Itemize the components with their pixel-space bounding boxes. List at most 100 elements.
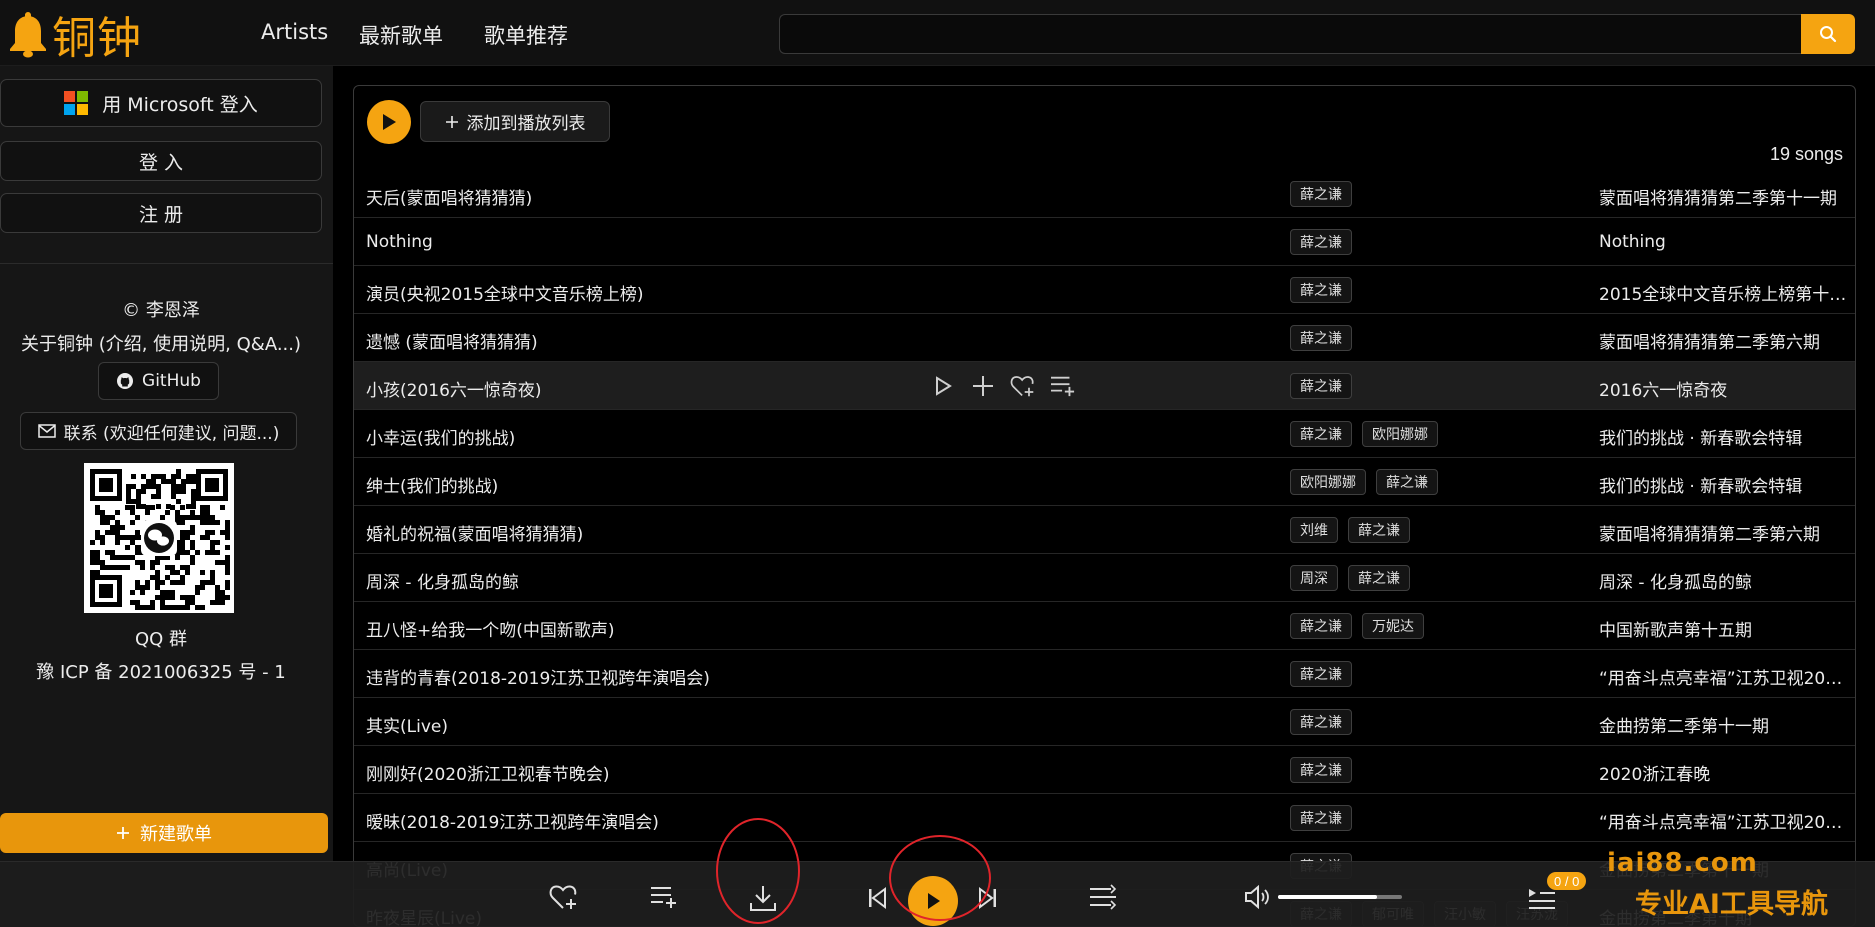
- song-title[interactable]: 违背的青春(2018-2019江苏卫视跨年演唱会): [366, 664, 710, 689]
- song-title[interactable]: 小幸运(我们的挑战): [366, 424, 515, 449]
- artist-tag[interactable]: 周深: [1290, 565, 1338, 591]
- artist-tag[interactable]: 薛之谦: [1348, 517, 1410, 543]
- github-button[interactable]: GitHub: [98, 362, 219, 400]
- previous-button[interactable]: [864, 883, 890, 913]
- nav-latest-playlists[interactable]: 最新歌单: [359, 20, 443, 50]
- song-title[interactable]: 天后(蒙面唱将猜猜猜): [366, 184, 532, 209]
- song-row[interactable]: 丑八怪+给我一个吻(中国新歌声) 薛之谦 万妮达 中国新歌声第十五期: [354, 602, 1855, 650]
- song-title[interactable]: 暧昧(2018-2019江苏卫视跨年演唱会): [366, 808, 659, 833]
- playlist-add-icon[interactable]: [1049, 372, 1077, 400]
- play-icon[interactable]: [929, 372, 957, 400]
- favorite-button[interactable]: [548, 881, 580, 913]
- login-button[interactable]: 登 入: [0, 141, 322, 181]
- artist-tag[interactable]: 薛之谦: [1290, 805, 1352, 831]
- song-row[interactable]: 违背的青春(2018-2019江苏卫视跨年演唱会) 薛之谦 “用奋斗点亮幸福”江苏卫…: [354, 650, 1855, 698]
- artist-tag[interactable]: 薛之谦: [1290, 661, 1352, 687]
- song-row[interactable]: 小幸运(我们的挑战) 薛之谦 欧阳娜娜 我们的挑战 · 新春歌会特辑: [354, 410, 1855, 458]
- heart-plus-icon: [549, 883, 579, 911]
- album-name[interactable]: 周深 - 化身孤岛的鲸: [1599, 568, 1849, 593]
- album-name[interactable]: 蒙面唱将猜猜猜第二季第六期: [1599, 328, 1849, 353]
- song-row[interactable]: Nothing 薛之谦 Nothing: [354, 218, 1855, 266]
- search-input[interactable]: [779, 14, 1801, 54]
- new-playlist-button[interactable]: 新建歌单: [0, 813, 328, 853]
- song-title[interactable]: 绅士(我们的挑战): [366, 472, 498, 497]
- artist-tags: 薛之谦: [1290, 325, 1352, 351]
- song-title[interactable]: 周深 - 化身孤岛的鲸: [366, 568, 519, 593]
- song-row[interactable]: 周深 - 化身孤岛的鲸 周深 薛之谦 周深 - 化身孤岛的鲸: [354, 554, 1855, 602]
- play-pause-button[interactable]: [908, 876, 958, 926]
- artist-tag[interactable]: 薛之谦: [1348, 565, 1410, 591]
- microsoft-login-label: 用 Microsoft 登入: [102, 93, 258, 116]
- song-title[interactable]: Nothing: [366, 232, 433, 252]
- song-title[interactable]: 遗憾 (蒙面唱将猜猜猜): [366, 328, 538, 353]
- artist-tag[interactable]: 薛之谦: [1290, 613, 1352, 639]
- song-row[interactable]: 小孩(2016六一惊奇夜) 薛之谦 2016六一惊奇夜: [354, 362, 1855, 410]
- album-name[interactable]: 2016六一惊奇夜: [1599, 376, 1849, 401]
- microsoft-login-button[interactable]: 用 Microsoft 登入: [0, 79, 322, 127]
- brand-logo[interactable]: 铜钟: [8, 6, 142, 64]
- song-title[interactable]: 丑八怪+给我一个吻(中国新歌声): [366, 616, 615, 641]
- song-title[interactable]: 其实(Live): [366, 712, 448, 737]
- play-all-button[interactable]: [367, 100, 411, 144]
- artist-tags: 薛之谦 万妮达: [1290, 613, 1424, 639]
- nav-artists[interactable]: Artists: [261, 20, 328, 44]
- artist-tag[interactable]: 万妮达: [1362, 613, 1424, 639]
- album-name[interactable]: 2020浙江春晚: [1599, 760, 1849, 785]
- album-name[interactable]: “用奋斗点亮幸福”江苏卫视20…: [1599, 808, 1849, 833]
- artist-tag[interactable]: 刘维: [1290, 517, 1338, 543]
- volume-slider[interactable]: [1278, 895, 1402, 899]
- song-title[interactable]: 小孩(2016六一惊奇夜): [366, 376, 542, 401]
- contact-button[interactable]: 联系 (欢迎任何建议, 问题...): [20, 412, 297, 450]
- artist-tag[interactable]: 薛之谦: [1290, 277, 1352, 303]
- album-name[interactable]: Nothing: [1599, 232, 1849, 252]
- album-name[interactable]: 蒙面唱将猜猜猜第二季第六期: [1599, 520, 1849, 545]
- artist-tag[interactable]: 欧阳娜娜: [1290, 469, 1366, 495]
- song-row[interactable]: 暧昧(2018-2019江苏卫视跨年演唱会) 薛之谦 “用奋斗点亮幸福”江苏卫视20…: [354, 794, 1855, 842]
- song-title[interactable]: 刚刚好(2020浙江卫视春节晚会): [366, 760, 610, 785]
- heart-plus-icon[interactable]: [1009, 372, 1037, 400]
- song-row[interactable]: 婚礼的祝福(蒙面唱将猜猜猜) 刘维 薛之谦 蒙面唱将猜猜猜第二季第六期: [354, 506, 1855, 554]
- about-link[interactable]: 关于铜钟 (介绍, 使用说明, Q&A...): [0, 330, 322, 356]
- artist-tag[interactable]: 欧阳娜娜: [1362, 421, 1438, 447]
- album-name[interactable]: “用奋斗点亮幸福”江苏卫视20…: [1599, 664, 1849, 689]
- album-name[interactable]: 我们的挑战 · 新春歌会特辑: [1599, 472, 1849, 497]
- volume-button[interactable]: [1243, 883, 1273, 911]
- song-row[interactable]: 绅士(我们的挑战) 欧阳娜娜 薛之谦 我们的挑战 · 新春歌会特辑: [354, 458, 1855, 506]
- artist-tag[interactable]: 薛之谦: [1376, 469, 1438, 495]
- artist-tag[interactable]: 薛之谦: [1290, 421, 1352, 447]
- song-row[interactable]: 天后(蒙面唱将猜猜猜) 薛之谦 蒙面唱将猜猜猜第二季第十一期: [354, 170, 1855, 218]
- artist-tag[interactable]: 薛之谦: [1290, 757, 1352, 783]
- album-name[interactable]: 中国新歌声第十五期: [1599, 616, 1849, 641]
- search-button[interactable]: [1801, 14, 1855, 54]
- song-list: 天后(蒙面唱将猜猜猜) 薛之谦 蒙面唱将猜猜猜第二季第十一期 Nothing 薛之谦 No…: [354, 170, 1855, 926]
- add-icon[interactable]: [969, 372, 997, 400]
- nav-recommended-playlists[interactable]: 歌单推荐: [484, 20, 568, 50]
- song-row[interactable]: 刚刚好(2020浙江卫视春节晚会) 薛之谦 2020浙江春晚: [354, 746, 1855, 794]
- album-name[interactable]: 金曲捞第二季第十一期: [1599, 712, 1849, 737]
- add-to-playlist-button[interactable]: 添加到播放列表: [420, 101, 610, 142]
- playlist-add-icon: [649, 884, 679, 910]
- artist-tag[interactable]: 薛之谦: [1290, 373, 1352, 399]
- album-name[interactable]: 2015全球中文音乐榜上榜第十…: [1599, 280, 1849, 305]
- search-icon: [1819, 25, 1837, 43]
- album-name[interactable]: 我们的挑战 · 新春歌会特辑: [1599, 424, 1849, 449]
- album-name[interactable]: 蒙面唱将猜猜猜第二季第十一期: [1599, 184, 1849, 209]
- add-to-queue-button[interactable]: [648, 881, 680, 913]
- brand-name: 铜钟: [52, 13, 142, 64]
- song-title[interactable]: 婚礼的祝福(蒙面唱将猜猜猜): [366, 520, 583, 545]
- play-mode-button[interactable]: [1087, 882, 1119, 912]
- skip-previous-icon: [867, 887, 887, 909]
- next-button[interactable]: [975, 883, 1001, 913]
- song-row[interactable]: 演员(央视2015全球中文音乐榜上榜) 薛之谦 2015全球中文音乐榜上榜第十…: [354, 266, 1855, 314]
- register-button[interactable]: 注 册: [0, 193, 322, 233]
- artist-tag[interactable]: 薛之谦: [1290, 181, 1352, 207]
- artist-tags: 薛之谦: [1290, 373, 1352, 399]
- download-button[interactable]: [746, 881, 780, 915]
- artist-tag[interactable]: 薛之谦: [1290, 709, 1352, 735]
- artist-tag[interactable]: 薛之谦: [1290, 325, 1352, 351]
- song-title[interactable]: 演员(央视2015全球中文音乐榜上榜): [366, 280, 644, 305]
- qq-group-label: QQ 群: [134, 629, 188, 650]
- song-row[interactable]: 其实(Live) 薛之谦 金曲捞第二季第十一期: [354, 698, 1855, 746]
- artist-tag[interactable]: 薛之谦: [1290, 229, 1352, 255]
- song-row[interactable]: 遗憾 (蒙面唱将猜猜猜) 薛之谦 蒙面唱将猜猜猜第二季第六期: [354, 314, 1855, 362]
